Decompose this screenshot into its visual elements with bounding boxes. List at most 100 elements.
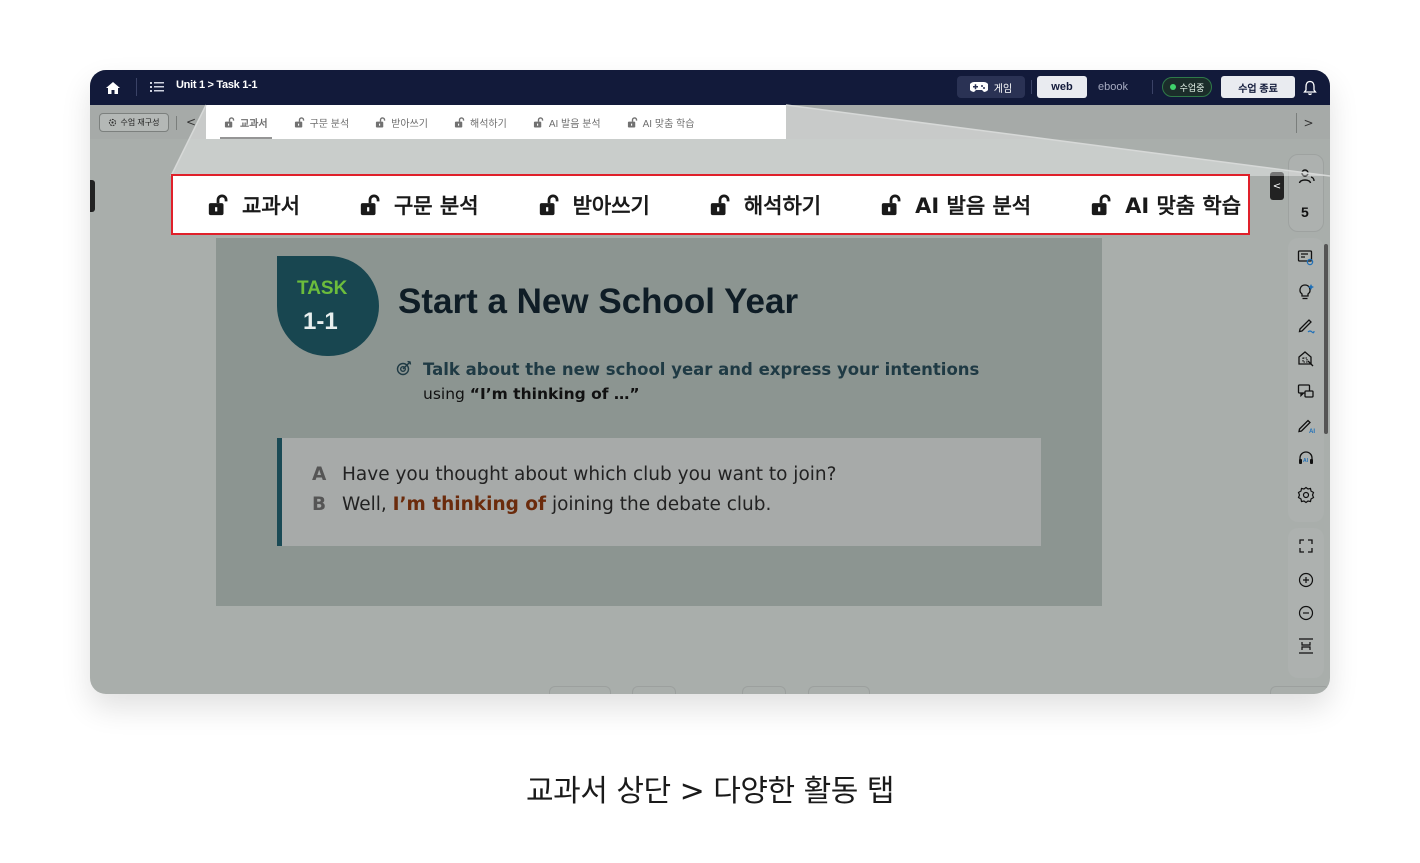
pen-tool-button[interactable]: [1296, 315, 1316, 335]
unlock-icon: [360, 193, 380, 215]
lesson-title: Start a New School Year: [398, 282, 799, 321]
zoom-tab-dictation[interactable]: 받아쓰기: [538, 190, 650, 220]
divider: [176, 116, 177, 130]
page-control[interactable]: [632, 686, 676, 694]
tab-label: 해석하기: [470, 118, 507, 130]
live-dot-icon: [1169, 84, 1176, 90]
left-panel-handle[interactable]: [90, 180, 95, 212]
activity-tabs: 교과서 구문 분석 받아쓰기 해석하기 AI 발음 분석 AI 맞춤 학습: [206, 105, 786, 139]
speaker-label: B: [312, 494, 327, 515]
tools-panel: [1288, 238, 1324, 522]
hint-tool-button[interactable]: [1296, 282, 1316, 302]
ai-pen-tool-button[interactable]: AI: [1296, 415, 1316, 435]
dialog-text: Have you thought about which club you wa…: [342, 464, 837, 485]
unlock-icon: [454, 116, 465, 128]
goal-phrase: “I’m thinking of …”: [469, 385, 640, 403]
menu-button[interactable]: [150, 78, 166, 96]
chat-icon: [1297, 384, 1314, 398]
settings-tool-button[interactable]: [1296, 485, 1316, 505]
zoom-tab-ai-pronunciation[interactable]: AI 발음 분석: [880, 190, 1031, 220]
home-button[interactable]: [98, 76, 128, 100]
zoom-tab-syntax-analysis[interactable]: 구문 분석: [359, 190, 479, 220]
svg-text:AI: AI: [1309, 429, 1315, 434]
speaker-label: A: [312, 464, 327, 485]
unlock-icon: [208, 193, 228, 215]
restructure-class-button[interactable]: 수업 재구성: [99, 113, 169, 132]
activity-toolbar: 수업 재구성 < 교과서 구문 분석 받아쓰기 해석하기 AI 발음 분석 AI…: [90, 105, 1330, 139]
board-icon: [1297, 250, 1314, 266]
unlock-icon: [539, 193, 559, 215]
task-badge-label: TASK: [297, 278, 348, 299]
tab-label: 받아쓰기: [391, 118, 429, 130]
participant-count: 5: [1301, 204, 1309, 220]
unlock-icon: [627, 116, 637, 128]
gear-icon: [109, 118, 117, 127]
gamepad-icon: [969, 82, 988, 92]
app-window: Unit 1 > Task 1-1 게임 web ebook 수업중 수업 종료…: [90, 70, 1330, 694]
fit-height-button[interactable]: [1296, 636, 1316, 656]
page-control[interactable]: [549, 686, 611, 694]
tab-label: AI 발음 분석: [548, 118, 601, 130]
zoom-tab-label: AI 발음 분석: [915, 193, 1032, 218]
hint-icon: [1299, 284, 1314, 300]
zoom-tab-label: 교과서: [242, 193, 300, 218]
svg-text:AI: AI: [1303, 458, 1309, 464]
sidebar-collapse-button[interactable]: <: [1270, 172, 1284, 200]
class-status-label: 수업중: [1179, 82, 1205, 93]
settings-icon: [1297, 486, 1315, 504]
zoomed-activity-tabs: 교과서 구문 분석 받아쓰기 해석하기 AI 발음 분석 AI 맞춤 학습: [171, 174, 1250, 235]
pen-icon: [1298, 319, 1315, 334]
zoom-tab-label: 해석하기: [743, 193, 822, 218]
task-badge-number: 1-1: [303, 308, 338, 335]
tab-interpretation[interactable]: 해석하기: [454, 105, 507, 139]
end-class-button[interactable]: 수업 종료: [1221, 76, 1295, 98]
mode-ebook-button[interactable]: ebook: [1087, 76, 1139, 98]
tab-ai-custom-learning[interactable]: AI 맞춤 학습: [627, 105, 694, 139]
ai-pen-icon: AI: [1298, 419, 1315, 434]
home-icon: [106, 82, 120, 94]
zoom-tab-label: 받아쓰기: [572, 193, 650, 218]
dialog-line: B Well, I’m thinking of joining the debat…: [312, 494, 771, 515]
page-control[interactable]: [808, 686, 870, 694]
zoom-in-button[interactable]: [1296, 570, 1316, 590]
tab-ai-pronunciation[interactable]: AI 발음 분석: [533, 105, 601, 139]
fit-height-icon: [1299, 638, 1313, 654]
dialog-box: A Have you thought about which club you w…: [277, 438, 1041, 546]
zoom-tab-textbook[interactable]: 교과서: [207, 190, 300, 220]
tab-dictation[interactable]: 받아쓰기: [375, 105, 428, 139]
capture-tool-button[interactable]: [1296, 349, 1316, 369]
chat-tool-button[interactable]: [1296, 382, 1316, 402]
tab-syntax-analysis[interactable]: 구문 분석: [294, 105, 350, 139]
mode-web-button[interactable]: web: [1037, 76, 1087, 98]
zoom-tab-ai-custom-learning[interactable]: AI 맞춤 학습: [1090, 190, 1241, 220]
page-control[interactable]: [742, 686, 786, 694]
participants-panel[interactable]: [1288, 154, 1324, 232]
zoom-tab-label: 구문 분석: [393, 193, 479, 218]
unlock-icon: [294, 116, 304, 128]
notification-button[interactable]: [1298, 76, 1322, 100]
goal-prefix: using: [423, 385, 470, 403]
corner-control[interactable]: [1270, 686, 1330, 694]
ai-audio-tool-button[interactable]: AI: [1296, 448, 1316, 468]
tab-textbook[interactable]: 교과서: [220, 105, 272, 139]
dialog-text: Well,: [342, 494, 393, 515]
zoom-tab-interpretation[interactable]: 해석하기: [709, 190, 821, 220]
dialog-text: joining the debate club.: [546, 494, 772, 515]
unlock-icon: [1091, 193, 1111, 215]
fullscreen-button[interactable]: [1296, 536, 1316, 556]
divider: [1031, 80, 1032, 94]
zoom-out-button[interactable]: [1296, 603, 1316, 623]
fullscreen-icon: [1299, 539, 1313, 553]
class-status-badge: 수업중: [1162, 77, 1212, 97]
tabs-next-button[interactable]: >: [1296, 113, 1320, 133]
sidebar-scrollbar[interactable]: [1324, 244, 1328, 434]
tabs-prev-button[interactable]: <: [186, 115, 196, 129]
tab-label: 구문 분석: [309, 118, 350, 130]
lesson-goal: Talk about the new school year and expre…: [423, 360, 980, 379]
task-badge: TASK 1-1: [277, 256, 379, 356]
target-icon: [396, 360, 412, 376]
game-button[interactable]: 게임: [957, 76, 1025, 98]
zoom-in-icon: [1298, 572, 1314, 588]
unlock-icon: [710, 193, 730, 215]
board-tool-button[interactable]: [1296, 248, 1316, 268]
